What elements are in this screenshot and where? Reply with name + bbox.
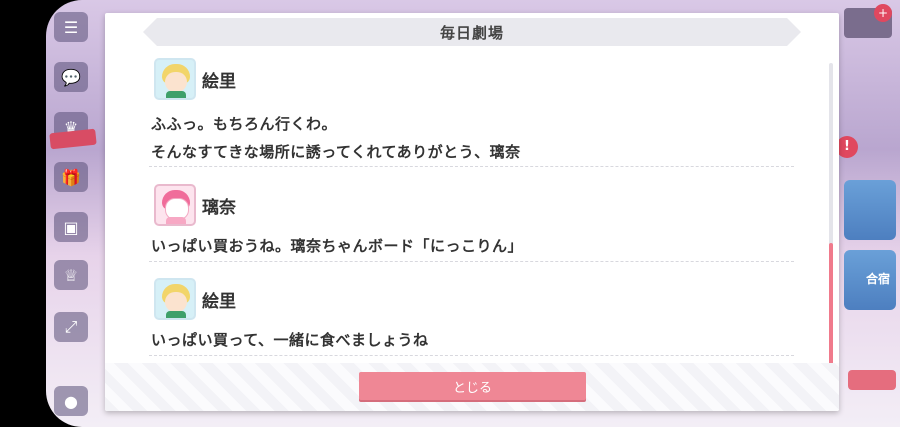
modal-header: 毎日劇場 (143, 18, 801, 46)
speaker-name: 絵里 (202, 291, 236, 312)
expand-icon[interactable]: ⤢ (54, 312, 88, 342)
camp-tile-label: 合宿 (865, 272, 890, 286)
close-button[interactable]: とじる (359, 372, 586, 400)
alert-icon[interactable]: ! (836, 136, 858, 158)
dialogue-line: いっぱい買って、一緒に食べましょうね (151, 331, 429, 349)
left-toolbar: ☰ 💬 ♛ 🎁 ▣ ♕ ⤢ ● (46, 0, 102, 427)
right-panel: + ! 合宿 (836, 0, 900, 427)
profile-icon[interactable]: ● (54, 386, 88, 416)
dialogue-line: ふふっ。もちろん行くわ。 (151, 115, 338, 133)
campaign-banner[interactable] (848, 370, 896, 390)
speaker-name: 絵里 (202, 71, 236, 92)
daily-theater-modal: 毎日劇場 絵里 ふふっ。もちろん行くわ。 そんなすてきな場所に誘ってくれてありが… (105, 13, 839, 411)
speaker-row: 璃奈 (154, 183, 236, 227)
present-badge (49, 128, 97, 150)
rina-avatar (154, 184, 196, 226)
speaker-name: 璃奈 (202, 197, 236, 218)
eli-avatar (154, 58, 196, 100)
chat-icon[interactable]: 💬 (54, 62, 88, 92)
dialogue-log[interactable]: 絵里 ふふっ。もちろん行くわ。 そんなすてきな場所に誘ってくれてありがとう、璃奈… (105, 57, 839, 363)
modal-footer: とじる (105, 363, 839, 411)
event-tile[interactable] (844, 180, 896, 240)
dialogue-entry: 絵里 いっぱい買って、一緒に食べましょうね (149, 277, 794, 356)
speaker-row: 絵里 (154, 277, 236, 321)
dialogue-entry: 絵里 ふふっ。もちろん行くわ。 そんなすてきな場所に誘ってくれてありがとう、璃奈 (149, 57, 794, 167)
dialogue-entry: 璃奈 いっぱい買おうね。璃奈ちゃんボード「にっこりん」 (149, 183, 794, 262)
dialogue-line: いっぱい買おうね。璃奈ちゃんボード「にっこりん」 (151, 237, 524, 255)
plus-icon[interactable]: + (874, 4, 892, 22)
gift-icon[interactable]: 🎁 (54, 162, 88, 192)
dialogue-line: そんなすてきな場所に誘ってくれてありがとう、璃奈 (151, 143, 521, 161)
scrollbar[interactable] (829, 63, 833, 369)
eli-avatar (154, 278, 196, 320)
modal-title: 毎日劇場 (439, 23, 504, 42)
menu-icon[interactable]: ☰ (54, 12, 88, 42)
speaker-row: 絵里 (154, 57, 236, 101)
monitor-icon[interactable]: ▣ (54, 212, 88, 242)
scroll-thumb[interactable] (829, 243, 833, 369)
trophy-icon[interactable]: ♕ (54, 260, 88, 290)
